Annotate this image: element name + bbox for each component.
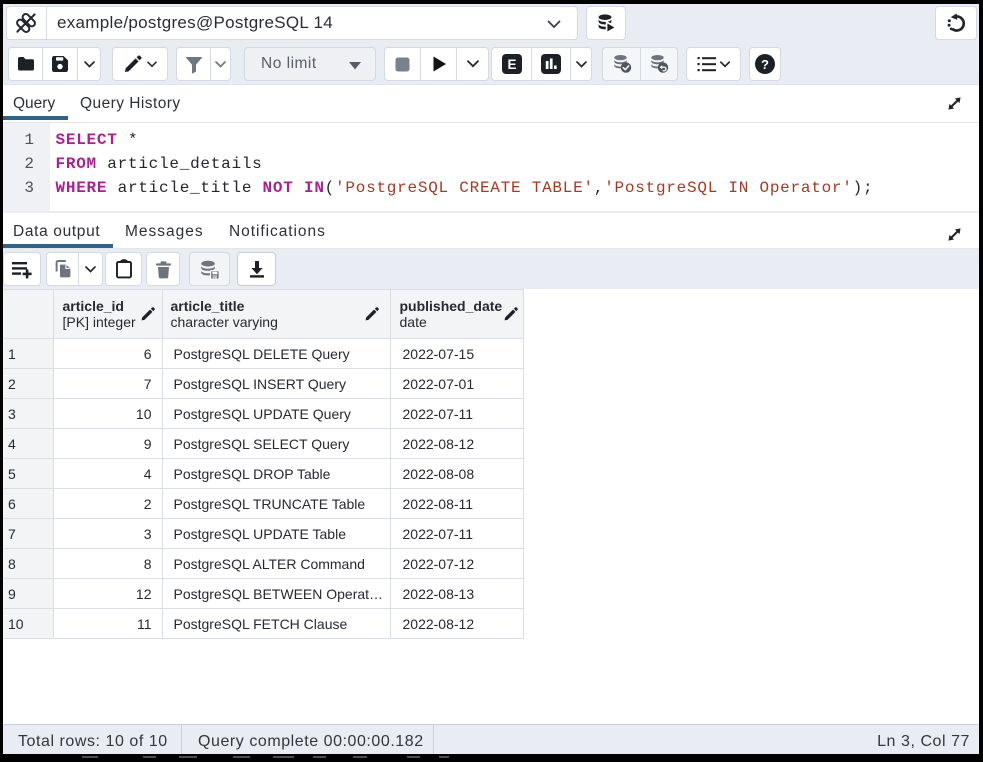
svg-text:?: ? (761, 57, 769, 72)
svg-text:E: E (507, 57, 516, 72)
